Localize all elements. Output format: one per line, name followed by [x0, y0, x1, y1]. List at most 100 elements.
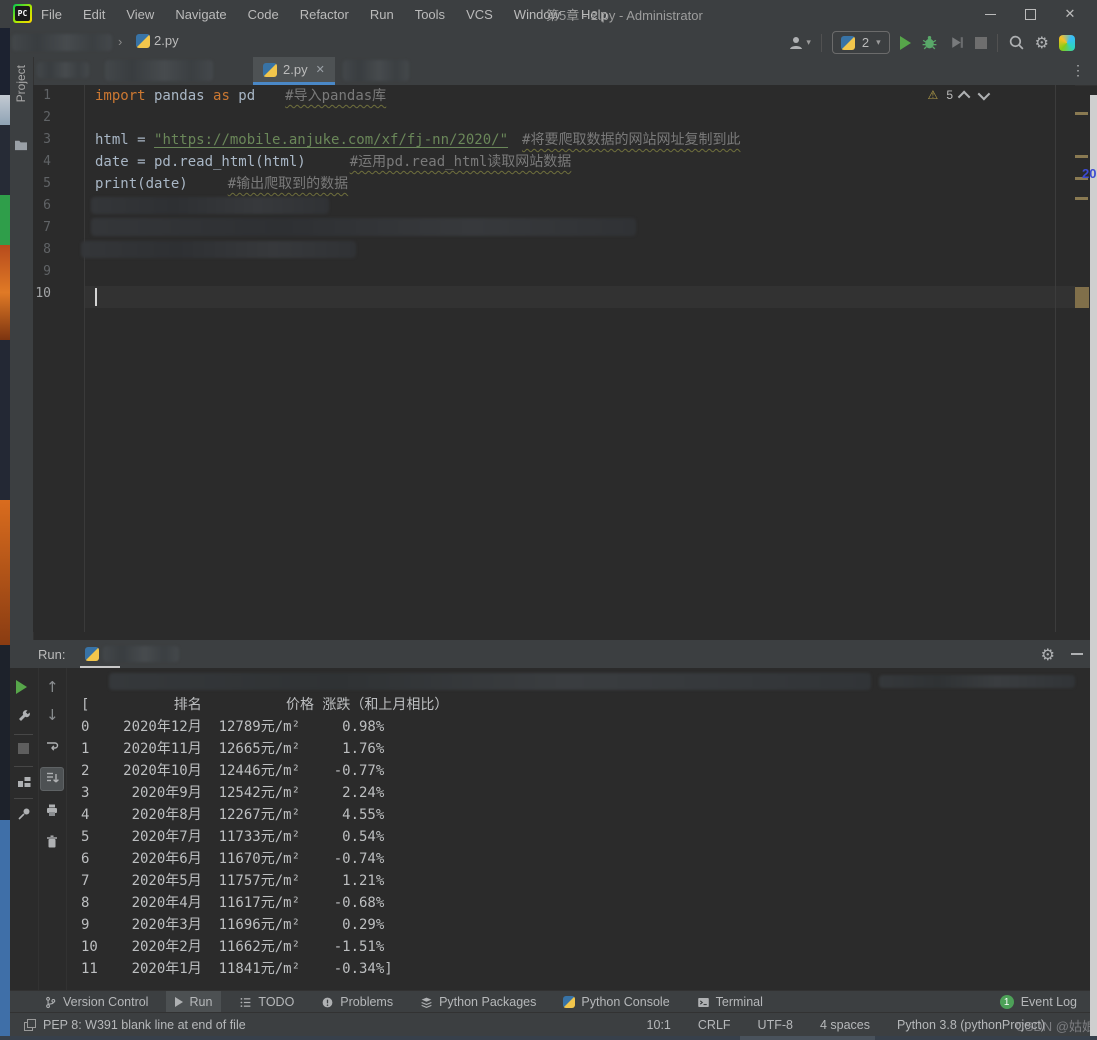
tab-2py[interactable]: 2.py ✕: [253, 57, 335, 85]
soft-wrap-icon[interactable]: [44, 738, 60, 754]
toolwindow-todo[interactable]: TODO: [239, 991, 294, 1013]
toolwindow-problems[interactable]: Problems: [321, 991, 393, 1013]
window-title: 第5章 - 2.py - Administrator: [546, 0, 703, 28]
restore-layout-icon[interactable]: [16, 774, 32, 790]
menu-edit[interactable]: Edit: [83, 7, 105, 22]
run-settings-gear-icon[interactable]: ⚙: [1041, 645, 1055, 664]
next-warning-icon[interactable]: [978, 87, 991, 100]
python-file-icon: [136, 34, 150, 48]
menu-refactor[interactable]: Refactor: [300, 7, 349, 22]
text-caret: [95, 288, 97, 306]
run-panel-header: Run: ⚙: [10, 640, 1097, 669]
hide-panel-icon[interactable]: [1071, 653, 1083, 655]
window-controls: ✕: [970, 0, 1090, 28]
inspections-widget[interactable]: ⚠ 5: [928, 88, 987, 102]
terminal-icon: [697, 996, 710, 1009]
scroll-to-end-icon[interactable]: [44, 770, 60, 786]
toolwindow-label: Terminal: [716, 995, 763, 1009]
tool-window-buttons: Version Control Run TODO Problems Python…: [44, 991, 763, 1013]
scrollbar-track[interactable]: [1055, 85, 1056, 632]
wrench-icon[interactable]: [16, 708, 32, 724]
page-margin-text: 20: [1082, 166, 1096, 181]
status-message-area: PEP 8: W391 blank line at end of file: [24, 1018, 246, 1032]
menu-code[interactable]: Code: [248, 7, 279, 22]
down-stack-trace-icon[interactable]: ↓: [46, 706, 59, 724]
stop-button[interactable]: [18, 743, 29, 754]
run-console[interactable]: [ 排名 价格 涨跌（和上月相比） 0 2020年12月 12789元/m² 0…: [67, 668, 1097, 990]
toolwindow-python-packages[interactable]: Python Packages: [420, 991, 536, 1013]
menu-view[interactable]: View: [126, 7, 154, 22]
pin-icon[interactable]: [16, 806, 32, 822]
settings-gear-icon[interactable]: ⚙: [1035, 33, 1049, 52]
todo-list-icon: [239, 996, 252, 1009]
menu-vcs[interactable]: VCS: [466, 7, 493, 22]
console-line: 2 2020年10月 12446元/m² -0.77%: [81, 760, 384, 782]
stop-button[interactable]: [975, 37, 987, 49]
toolwindow-terminal[interactable]: Terminal: [697, 991, 763, 1013]
user-button[interactable]: ▾: [788, 35, 811, 51]
maximize-icon: [1025, 9, 1036, 20]
indent-widget[interactable]: 4 spaces: [820, 1018, 870, 1032]
run-config-label: 2: [862, 35, 869, 50]
line-number[interactable]: 9: [21, 261, 51, 283]
taskbar-strip: [0, 1036, 1097, 1040]
pycharm-logo-text: PC: [15, 6, 30, 21]
problems-icon: [321, 996, 334, 1009]
event-log-button[interactable]: 1 Event Log: [1000, 995, 1077, 1009]
tab-options-icon[interactable]: ⋮: [1071, 62, 1085, 79]
current-line-highlight: [85, 286, 1075, 308]
line-number[interactable]: 2: [21, 107, 51, 129]
prev-warning-icon[interactable]: [958, 90, 971, 103]
line-number[interactable]: 4: [21, 151, 51, 173]
identifier: pd: [230, 88, 255, 104]
line-number[interactable]: 5: [21, 173, 51, 195]
close-button[interactable]: ✕: [1050, 0, 1090, 28]
line-number[interactable]: 1: [21, 85, 51, 107]
minimize-button[interactable]: [970, 0, 1010, 28]
encoding-widget[interactable]: UTF-8: [758, 1018, 793, 1032]
line-number[interactable]: 8: [21, 239, 51, 261]
comment: #导入pandas库: [285, 88, 386, 104]
console-line: 3 2020年9月 12542元/m² 2.24%: [81, 782, 384, 804]
search-everywhere-button[interactable]: [1008, 34, 1025, 51]
print-icon[interactable]: [44, 802, 60, 818]
line-ending-widget[interactable]: CRLF: [698, 1018, 731, 1032]
run-button[interactable]: [900, 36, 911, 50]
censored-code: [81, 241, 356, 258]
line-number[interactable]: 6: [21, 195, 51, 217]
pycharm-logo-icon[interactable]: PC: [13, 4, 32, 23]
toolbox-icon[interactable]: [1059, 35, 1075, 51]
run-config-select[interactable]: 2 ▾: [832, 31, 890, 54]
inspection-status-icon[interactable]: [24, 1019, 35, 1030]
up-stack-trace-icon[interactable]: ↑: [46, 678, 59, 696]
scrollbar-thumb[interactable]: [1075, 287, 1089, 308]
clear-trash-icon[interactable]: [44, 834, 60, 850]
console-line: [ 排名 价格 涨跌（和上月相比）: [81, 694, 448, 716]
tab-close-icon[interactable]: ✕: [316, 63, 325, 76]
console-line: 7 2020年5月 11757元/m² 1.21%: [81, 870, 384, 892]
comment: #输出爬取到的数据: [228, 176, 348, 192]
menu-file[interactable]: File: [41, 7, 62, 22]
censored-command-line: [109, 673, 871, 690]
run-panel-body: ↑ ↓ [ 排名 价格 涨跌（和上月相比） 0 2020年12月 12789元/…: [10, 668, 1097, 990]
toolwindow-python-console[interactable]: Python Console: [563, 991, 669, 1013]
line-number[interactable]: 7: [21, 217, 51, 239]
run-config-caret-icon: ▾: [876, 37, 881, 48]
maximize-button[interactable]: [1010, 0, 1050, 28]
debug-button[interactable]: [921, 34, 938, 51]
menu-navigate[interactable]: Navigate: [175, 7, 226, 22]
caret-position-widget[interactable]: 10:1: [647, 1018, 671, 1032]
breadcrumb-file[interactable]: 2.py: [136, 33, 179, 48]
line-number[interactable]: 3: [21, 129, 51, 151]
toolwindow-version-control[interactable]: Version Control: [44, 991, 148, 1013]
line-number-current[interactable]: 10: [21, 283, 51, 305]
url-string[interactable]: "https://mobile.anjuke.com/xf/fj-nn/2020…: [154, 132, 508, 148]
tab-label: 2.py: [283, 62, 308, 77]
code-editor[interactable]: 1 2 3 4 5 6 7 8 9 10 import pandas as pd…: [33, 85, 1075, 632]
menu-tools[interactable]: Tools: [415, 7, 445, 22]
censored-command-line: [879, 675, 1075, 688]
toolwindow-run[interactable]: Run: [166, 991, 221, 1013]
rerun-button[interactable]: [16, 680, 27, 694]
coverage-button[interactable]: [948, 34, 965, 51]
menu-run[interactable]: Run: [370, 7, 394, 22]
